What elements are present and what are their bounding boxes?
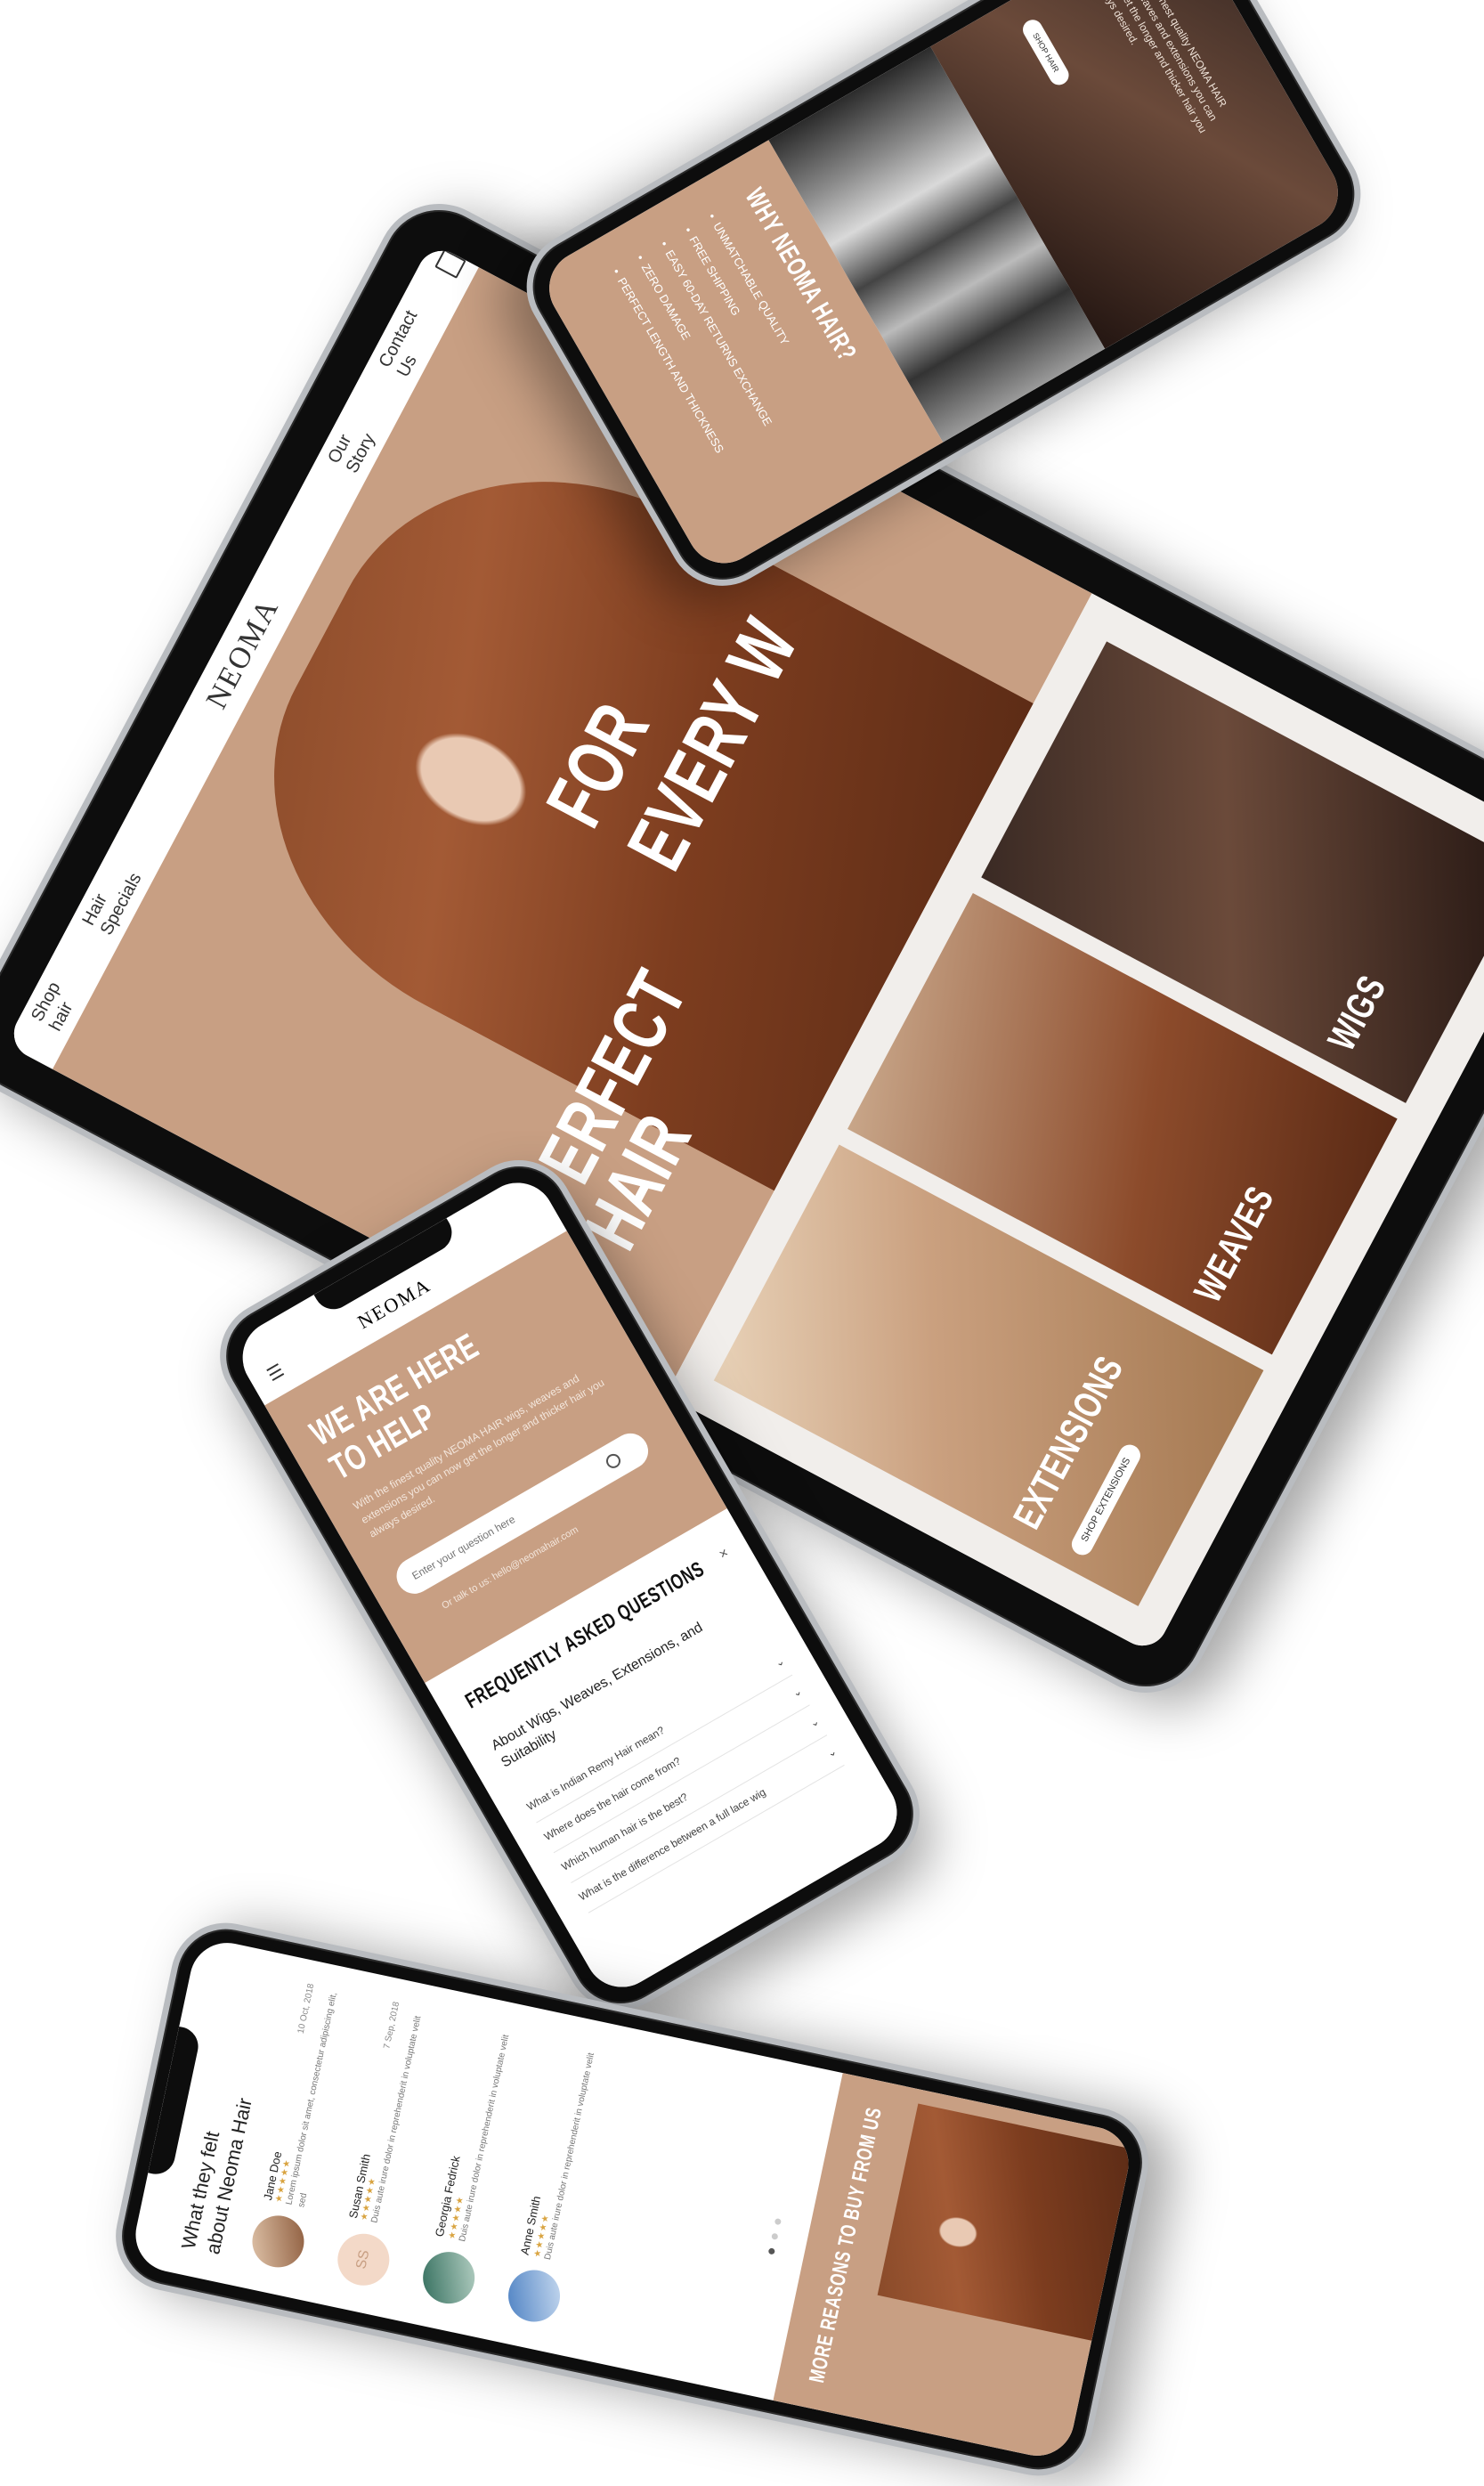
- shop-hair-button[interactable]: SHOP HAIR: [1019, 16, 1073, 89]
- avatar: [503, 2265, 565, 2327]
- more-reasons-photo: [877, 2103, 1133, 2341]
- card-weaves-title: WEAVES: [1186, 1179, 1283, 1310]
- avatar: [418, 2246, 480, 2309]
- review-item: SS Susan Smith 7 Sep, 2018 ★★★★★ Duis au…: [332, 2001, 442, 2291]
- chevron-down-icon: ⌄: [824, 1744, 839, 1760]
- intro-text: With the finest quality NEOMA HAIR wigs,…: [1093, 0, 1229, 135]
- chevron-down-icon: ⌄: [807, 1714, 822, 1730]
- faq-list: What is Indian Remy Hair mean? ⌄ Where do…: [519, 1645, 845, 1913]
- menu-icon[interactable]: ☰: [263, 1359, 288, 1386]
- chevron-down-icon: ⌄: [773, 1654, 787, 1670]
- close-icon[interactable]: ×: [717, 1546, 732, 1564]
- carousel-dots[interactable]: [767, 2217, 783, 2255]
- more-reasons-title: MORE REASONS TO BUY FROM US: [805, 2105, 888, 2385]
- chevron-down-icon: ⌄: [790, 1684, 805, 1701]
- review-item: Jane Doe 10 Oct, 2018 ★★★★★ Lorem ipsum …: [247, 1983, 357, 2272]
- reviews-list: Jane Doe 10 Oct, 2018 ★★★★★ Lorem ipsum …: [247, 1983, 648, 2335]
- avatar: SS: [332, 2229, 394, 2291]
- card-wigs-title: WIGS: [1319, 968, 1395, 1058]
- avatar: [247, 2210, 309, 2272]
- review-item: Anne Smith ★★★★★ Duis aute irure dolor i…: [503, 2037, 613, 2327]
- review-item: Georgia Fedrick ★★★★★ Duis aute irure do…: [418, 2019, 528, 2309]
- reviews-title: What they felt about Neoma Hair: [176, 2091, 258, 2256]
